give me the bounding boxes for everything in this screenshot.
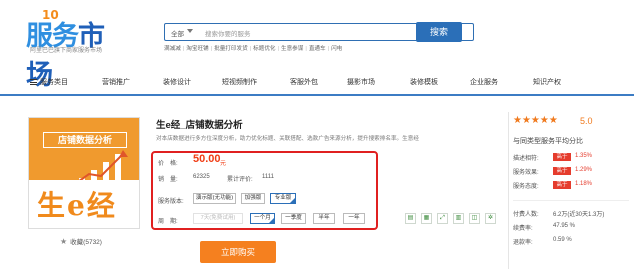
doc-icon[interactable]: ▤ — [405, 213, 416, 224]
version-option-selected[interactable]: 专业版 — [270, 193, 296, 204]
hot-search-term[interactable]: 生意参谋 — [281, 46, 303, 52]
sales-label: 销 量: — [158, 177, 178, 183]
rating-pct: 1.29% — [575, 167, 593, 173]
nav-item[interactable]: 装修模板 — [410, 77, 438, 87]
search-category-select[interactable]: 全部 — [171, 28, 184, 38]
rating-score: 5.0 — [580, 116, 593, 126]
favorite-button[interactable]: ★ 收藏(5732) — [60, 236, 102, 247]
separator: | — [305, 46, 307, 52]
version-option[interactable]: 加强版 — [241, 193, 265, 204]
logo[interactable]: 10 服务市场 阿里巴巴旗下商家服务市场 — [26, 8, 118, 91]
period-option-selected[interactable]: 一个月 — [250, 213, 275, 224]
rating-row-label: 服务效果: — [513, 170, 539, 176]
hot-search-term[interactable]: 批量打印发货 — [214, 46, 248, 52]
rating-badge: 高于 — [553, 153, 571, 161]
hot-search-term[interactable]: 淘宝旺铺 — [186, 46, 208, 52]
rating-row-label: 描述相符: — [513, 156, 539, 162]
separator: | — [249, 46, 252, 52]
separator: | — [277, 46, 279, 52]
version-option[interactable]: 演示版(无功能) — [193, 193, 236, 204]
stat-value: 47.95 % — [553, 223, 576, 229]
nav-item[interactable]: 摄影市场 — [347, 77, 375, 87]
rating-badge: 高于 — [553, 181, 571, 189]
price-unit: 元 — [220, 161, 227, 167]
main-nav: 服务类目 营销推广 装修设计 短视频制作 客服外包 摄影市场 装修模板 企业服务… — [0, 68, 634, 96]
stat-value: 6.2万(近30天1.3万) — [553, 212, 605, 218]
divider — [513, 200, 629, 201]
stat-label: 退款率: — [513, 240, 533, 246]
hot-search-term[interactable]: 闪电 — [331, 46, 342, 52]
price-value: 50.00 — [193, 153, 221, 165]
expand-icon[interactable]: ⤢ — [437, 213, 448, 224]
cumulative-value: 1111 — [262, 174, 275, 180]
qr-icon[interactable]: ▦ — [421, 213, 432, 224]
nav-item[interactable]: 短视频制作 — [222, 77, 257, 87]
nav-item[interactable]: 营销推广 — [102, 77, 130, 87]
period-option[interactable]: 一年 — [343, 213, 365, 224]
hot-search-terms: 满减减 | 淘宝旺铺 | 批量打印发货 | 标题优化 | 生意参谋 | 直通车 | 闪电 — [164, 44, 344, 52]
rating-pct: 1.35% — [575, 153, 593, 159]
period-option[interactable]: 一季度 — [281, 213, 306, 224]
nav-item[interactable]: 知识产权 — [533, 77, 561, 87]
rating-badge: 高于 — [553, 167, 571, 175]
nav-item[interactable]: 客服外包 — [290, 77, 318, 87]
rating-pct: 1.18% — [575, 181, 593, 187]
stat-value: 0.59 % — [553, 237, 572, 243]
rating-stars: ★★★★★ — [513, 115, 558, 126]
logo-tagline: 阿里巴巴旗下商家服务市场 — [30, 48, 103, 54]
favorite-count: 收藏(5732) — [70, 239, 102, 246]
product-description: 对本店数据进行多方位深度分析，助力优化标题、关联搭配、选款广告来源分析，提升搜索… — [156, 136, 419, 142]
product-image-title: 生e经 — [37, 189, 117, 222]
hot-search-term[interactable]: 直通车 — [309, 46, 326, 52]
version-label: 服务版本: — [158, 199, 184, 205]
share-icon[interactable]: ◫ — [469, 213, 480, 224]
rating-compare-title: 与同类型服务平均分比 — [513, 138, 583, 145]
separator: | — [182, 46, 185, 52]
cumulative-label: 累计评价: — [227, 177, 253, 183]
rating-row-label: 服务态度: — [513, 184, 539, 190]
search-input[interactable]: 搜索你要的服务 — [205, 28, 251, 38]
period-label: 周 期: — [158, 219, 178, 225]
chevron-down-icon[interactable] — [187, 29, 193, 33]
buy-now-button[interactable]: 立即购买 — [200, 241, 276, 263]
star-icon: ★ — [60, 236, 68, 246]
menu-icon — [30, 79, 37, 85]
settings-icon[interactable]: ✲ — [485, 213, 496, 224]
nav-item[interactable]: 企业服务 — [470, 77, 498, 87]
separator: | — [210, 46, 213, 52]
stat-label: 续费率: — [513, 226, 533, 232]
price-label: 价 格: — [158, 161, 178, 167]
nav-service-categories[interactable]: 服务类目 — [30, 77, 68, 87]
sales-value: 62325 — [193, 174, 210, 180]
stat-label: 付费人数: — [513, 212, 539, 218]
search-button[interactable]: 搜索 — [416, 22, 462, 42]
hot-search-term[interactable]: 满减减 — [164, 46, 181, 52]
hot-search-term[interactable]: 标题优化 — [253, 46, 275, 52]
period-option[interactable]: 半年 — [313, 213, 335, 224]
nav-item[interactable]: 装修设计 — [163, 77, 191, 87]
product-title: 生e经_店铺数据分析 — [156, 120, 243, 131]
product-image-caption: 店铺数据分析 — [43, 132, 127, 148]
product-image[interactable]: 店铺数据分析 生e经 — [28, 117, 140, 229]
separator: | — [327, 46, 330, 52]
period-option-disabled: 7天(免费试用) — [193, 213, 243, 224]
chart-icon[interactable]: ▥ — [453, 213, 464, 224]
